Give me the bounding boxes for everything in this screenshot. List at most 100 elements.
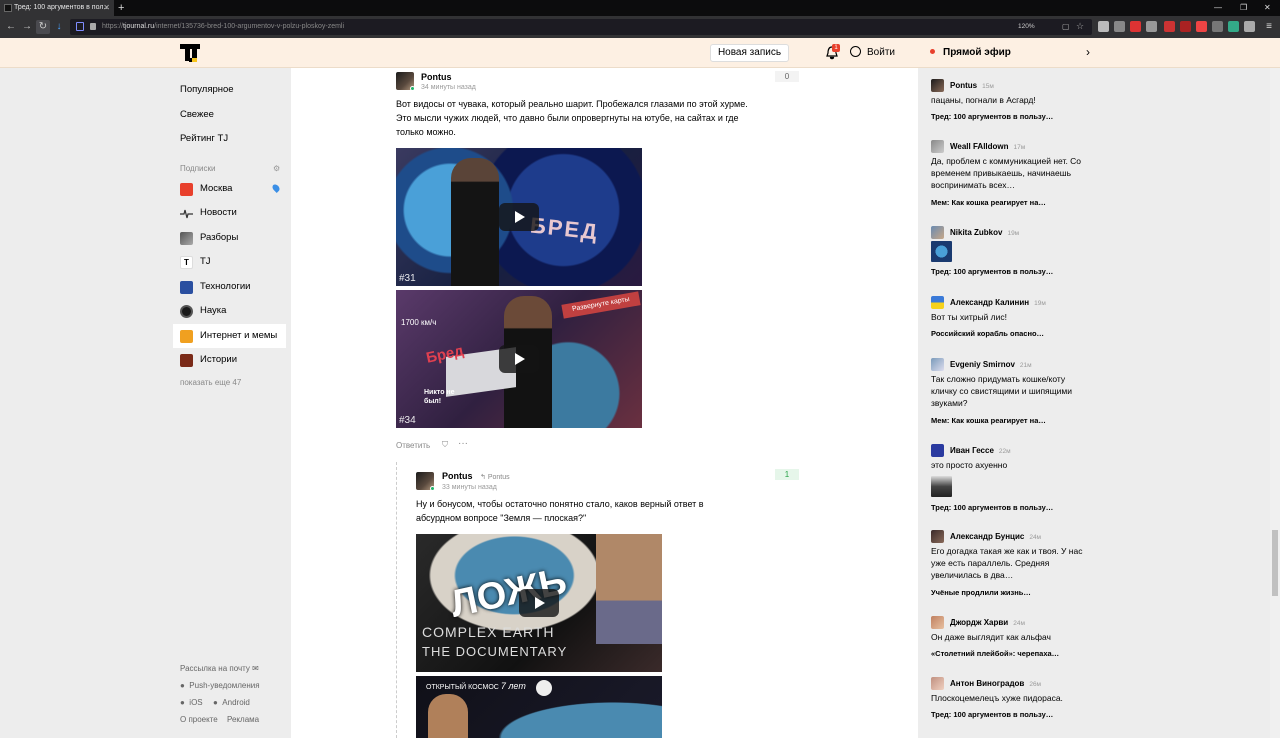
browser-tab[interactable]: Тред: 100 аргументов в пол... ✕ xyxy=(0,0,114,16)
reader-icon[interactable]: ▢ xyxy=(1062,22,1070,31)
live-feed-title[interactable]: Прямой эфир xyxy=(930,46,1011,60)
lock-icon[interactable] xyxy=(90,23,96,30)
comment-author[interactable]: Pontus xyxy=(421,72,452,82)
menu-icon[interactable]: ≡ xyxy=(1262,20,1276,34)
comment-score[interactable]: 0 xyxy=(775,71,799,82)
live-author[interactable]: Weall FAlldown 17м xyxy=(950,140,1025,154)
nav-rating[interactable]: Рейтинг TJ xyxy=(180,132,228,146)
comment-author[interactable]: Pontus xyxy=(442,471,473,481)
image-thumbnail[interactable] xyxy=(931,476,952,497)
sidebar-item-internet-memes[interactable]: Интернет и мемы xyxy=(173,324,286,348)
video-embed[interactable]: ЛОЖЬ COMPLEX EARTH THE DOCUMENTARY xyxy=(416,534,662,672)
push-link[interactable]: ● Push-уведомления xyxy=(180,680,260,691)
shield-icon[interactable] xyxy=(76,22,84,31)
scrollbar-thumb[interactable] xyxy=(1272,530,1278,596)
reply-link[interactable]: Ответить xyxy=(396,441,430,450)
zoom-level[interactable]: 120% xyxy=(1018,22,1035,32)
sidebar-item-moscow[interactable]: Москва xyxy=(173,177,286,201)
live-topic[interactable]: Учёные продлили жизнь… xyxy=(931,587,1031,598)
live-topic[interactable]: Российский корабль опасно… xyxy=(931,328,1044,339)
video-embed[interactable]: ОТКРЫТЫЙ КОСМОС 7 лет xyxy=(416,676,662,738)
live-author[interactable]: Evgeniy Smirnov 21м xyxy=(950,358,1032,372)
avatar[interactable] xyxy=(931,677,944,690)
live-topic[interactable]: Тред: 100 аргументов в пользу… xyxy=(931,709,1053,720)
about-link[interactable]: О проекте xyxy=(180,714,218,725)
live-author[interactable]: Иван Гессе 22м xyxy=(950,444,1011,458)
reply-to[interactable]: ↰ Pontus xyxy=(480,473,510,481)
play-icon[interactable] xyxy=(499,345,539,373)
live-author[interactable]: Pontus 15м xyxy=(950,79,994,93)
gear-icon[interactable]: ⚙ xyxy=(273,164,280,173)
sidebar-item-news[interactable]: Новости xyxy=(173,201,286,225)
extension-icon[interactable] xyxy=(1180,21,1191,32)
avatar[interactable] xyxy=(931,530,944,543)
avatar[interactable] xyxy=(931,296,944,309)
avatar[interactable] xyxy=(931,444,944,457)
sidebar-item-stories[interactable]: Истории xyxy=(173,348,286,372)
live-author[interactable]: Nikita Zubkov 19м xyxy=(950,226,1019,240)
ios-link[interactable]: ● iOS xyxy=(180,697,203,708)
live-topic[interactable]: «Столетний плейбой»: черепаха… xyxy=(931,648,1059,659)
live-author[interactable]: Александр Бунцис 24м xyxy=(950,530,1041,544)
video-embed[interactable]: БРЕД #31 xyxy=(396,148,642,286)
login-button[interactable]: Войти xyxy=(850,46,895,60)
url-bar[interactable]: https://tjournal.ru/internet/135736-bred… xyxy=(70,19,1092,35)
more-options-icon[interactable]: ··· xyxy=(458,438,468,449)
sidebar-item-analysis[interactable]: Разборы xyxy=(173,226,286,250)
sidebar-item-tj[interactable]: T TJ xyxy=(173,250,286,274)
new-post-button[interactable]: Новая запись xyxy=(710,44,789,62)
bookmark-icon[interactable]: ⛉ xyxy=(442,440,448,450)
live-topic[interactable]: Тред: 100 аргументов в пользу… xyxy=(931,111,1053,122)
live-author[interactable]: Александр Калинин 19м xyxy=(950,296,1046,310)
close-window-icon[interactable]: ✕ xyxy=(1264,0,1271,16)
thread-line[interactable] xyxy=(396,462,397,738)
live-topic[interactable]: Тред: 100 аргументов в пользу… xyxy=(931,502,1053,513)
extension-icon[interactable] xyxy=(1146,21,1157,32)
comment-score[interactable]: 1 xyxy=(775,469,799,480)
newsletter-link[interactable]: Рассылка на почту ✉ xyxy=(180,663,259,674)
bookmark-star-icon[interactable]: ☆ xyxy=(1076,21,1084,32)
tj-logo-icon[interactable] xyxy=(180,43,200,63)
extension-icon[interactable] xyxy=(1130,21,1141,32)
avatar[interactable] xyxy=(931,226,944,239)
live-topic[interactable]: Мем: Как кошка реагирует на… xyxy=(931,415,1046,426)
extension-icon[interactable] xyxy=(1114,21,1125,32)
image-thumbnail[interactable] xyxy=(931,241,952,262)
extension-icon[interactable] xyxy=(1098,21,1109,32)
nav-fresh[interactable]: Свежее xyxy=(180,108,214,122)
live-topic[interactable]: Мем: Как кошка реагирует на… xyxy=(931,197,1046,208)
avatar[interactable] xyxy=(931,616,944,629)
close-tab-icon[interactable]: ✕ xyxy=(103,0,110,16)
avatar[interactable] xyxy=(931,79,944,92)
minimize-icon[interactable]: — xyxy=(1214,0,1222,16)
live-author[interactable]: Антон Виноградов 26м xyxy=(950,677,1041,691)
play-icon[interactable] xyxy=(499,203,539,231)
avatar[interactable] xyxy=(931,358,944,371)
ads-link[interactable]: Реклама xyxy=(227,714,259,725)
extension-icon[interactable] xyxy=(1212,21,1223,32)
sidebar-item-tech[interactable]: Технологии xyxy=(173,275,286,299)
video-embed[interactable]: Бред 1700 км/ч Развернуте карты Никто не… xyxy=(396,290,642,428)
comment-time[interactable]: 34 минуты назад xyxy=(421,84,476,91)
extension-icon[interactable] xyxy=(1244,21,1255,32)
reload-icon[interactable]: ↻ xyxy=(36,20,50,34)
show-more-link[interactable]: показать еще 47 xyxy=(180,378,241,387)
sidebar-item-science[interactable]: Наука xyxy=(173,299,286,323)
android-link[interactable]: ● Android xyxy=(213,697,250,708)
chevron-right-icon[interactable]: › xyxy=(1086,45,1090,59)
comment-time[interactable]: 33 минуты назад xyxy=(442,484,497,491)
new-tab-icon[interactable]: + xyxy=(118,0,124,16)
extension-icon[interactable] xyxy=(1228,21,1239,32)
back-icon[interactable]: ← xyxy=(4,20,18,34)
maximize-icon[interactable]: ❐ xyxy=(1240,0,1247,16)
downloads-icon[interactable]: ↓ xyxy=(52,20,66,34)
live-topic[interactable]: Тред: 100 аргументов в пользу… xyxy=(931,266,1053,277)
nav-popular[interactable]: Популярное xyxy=(180,83,234,97)
extension-icon[interactable] xyxy=(1164,21,1175,32)
live-author[interactable]: Джордж Харви 24м xyxy=(950,616,1025,630)
avatar[interactable] xyxy=(931,140,944,153)
play-icon[interactable] xyxy=(519,589,559,617)
page-scrollbar[interactable] xyxy=(1270,68,1280,738)
forward-icon[interactable]: → xyxy=(20,20,34,34)
extension-icon[interactable] xyxy=(1196,21,1207,32)
